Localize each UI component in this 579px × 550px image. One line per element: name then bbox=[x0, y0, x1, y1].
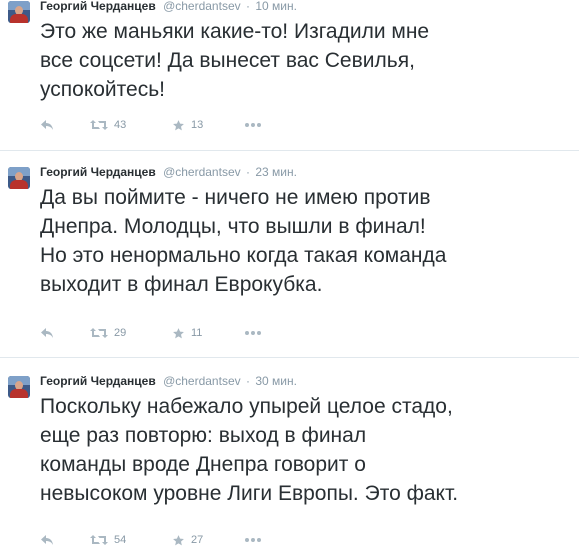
favorite-count: 11 bbox=[191, 327, 203, 339]
star-icon bbox=[172, 534, 185, 547]
star-icon bbox=[172, 327, 185, 340]
tweet-text: Поскольку набежало упырей целое стадо, е… bbox=[40, 395, 459, 505]
reply-icon bbox=[40, 534, 54, 546]
author-handle[interactable]: @cherdantsev bbox=[163, 374, 241, 388]
reply-button[interactable] bbox=[40, 325, 54, 341]
favorite-button[interactable]: 27 bbox=[172, 532, 203, 548]
tweet-header: Георгий Черданцев @cherdantsev · 10 мин. bbox=[40, 0, 297, 15]
reply-icon bbox=[40, 327, 54, 339]
tweet-divider bbox=[0, 150, 579, 151]
more-icon bbox=[244, 537, 262, 543]
favorite-count: 13 bbox=[191, 119, 204, 131]
reply-button[interactable] bbox=[40, 117, 54, 133]
favorite-count: 27 bbox=[191, 534, 204, 546]
tweet-divider bbox=[0, 357, 579, 358]
retweet-icon bbox=[90, 327, 108, 339]
retweet-icon bbox=[90, 534, 108, 546]
more-icon bbox=[244, 330, 262, 336]
reply-button[interactable] bbox=[40, 532, 54, 548]
separator-dot: · bbox=[245, 374, 250, 388]
tweet-text: Это же маньяки какие-то! Изгадили мне вс… bbox=[40, 20, 430, 101]
more-button[interactable] bbox=[244, 325, 262, 341]
retweet-count: 29 bbox=[114, 327, 127, 339]
tweet-text: Да вы поймите - ничего не имею против Дн… bbox=[40, 186, 447, 296]
author-name[interactable]: Георгий Черданцев bbox=[40, 165, 156, 179]
author-name[interactable]: Георгий Черданцев bbox=[40, 0, 156, 13]
author-handle[interactable]: @cherdantsev bbox=[163, 165, 241, 179]
author-name[interactable]: Георгий Черданцев bbox=[40, 374, 156, 388]
tweet-timestamp[interactable]: 10 мин. bbox=[255, 0, 297, 13]
author-handle[interactable]: @cherdantsev bbox=[163, 0, 241, 13]
retweet-button[interactable]: 54 bbox=[90, 532, 126, 548]
retweet-icon bbox=[90, 119, 108, 131]
tweet-timestamp[interactable]: 23 мин. bbox=[255, 165, 297, 179]
more-button[interactable] bbox=[244, 117, 262, 133]
separator-dot: · bbox=[245, 0, 250, 13]
avatar[interactable] bbox=[8, 1, 30, 23]
more-button[interactable] bbox=[244, 532, 262, 548]
tweet-timestamp[interactable]: 30 мин. bbox=[255, 374, 297, 388]
separator-dot: · bbox=[245, 165, 250, 179]
tweet-header: Георгий Черданцев @cherdantsev · 30 мин. bbox=[40, 372, 297, 390]
star-icon bbox=[172, 119, 185, 132]
favorite-button[interactable]: 11 bbox=[172, 325, 202, 341]
more-icon bbox=[244, 122, 262, 128]
avatar[interactable] bbox=[8, 167, 30, 189]
retweet-count: 54 bbox=[114, 534, 127, 546]
retweet-button[interactable]: 43 bbox=[90, 117, 126, 133]
reply-icon bbox=[40, 119, 54, 131]
tweet-header: Георгий Черданцев @cherdantsev · 23 мин. bbox=[40, 163, 297, 181]
avatar[interactable] bbox=[8, 376, 30, 398]
favorite-button[interactable]: 13 bbox=[172, 117, 203, 133]
retweet-count: 43 bbox=[114, 119, 127, 131]
retweet-button[interactable]: 29 bbox=[90, 325, 126, 341]
